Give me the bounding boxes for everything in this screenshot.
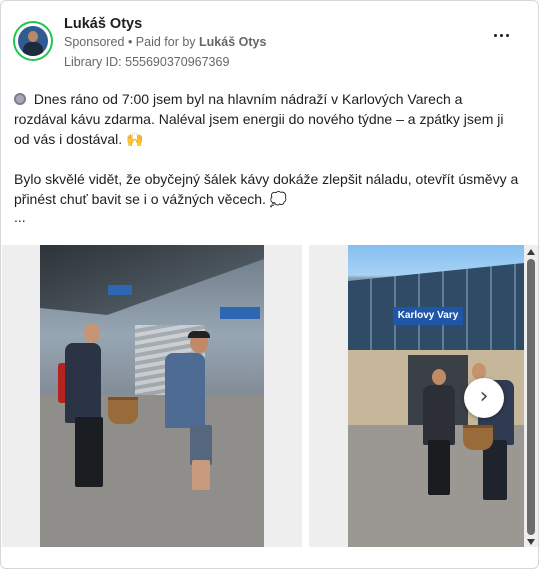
post-header: Lukáš Otys Sponsored • Paid for by Lukáš… xyxy=(13,16,528,73)
photo-basket xyxy=(463,425,493,450)
image-carousel: Karlovy Vary › xyxy=(2,245,538,547)
photo-person-legs xyxy=(192,460,210,490)
photo-person-head xyxy=(84,323,100,343)
thought-bubble-icon: 💭 xyxy=(269,191,288,207)
photo-basket xyxy=(108,397,138,424)
dot xyxy=(500,34,503,37)
avatar-face xyxy=(28,31,38,42)
paid-by-name: Lukáš Otys xyxy=(199,35,267,49)
avatar-photo xyxy=(18,26,48,56)
ad-card: Lukáš Otys Sponsored • Paid for by Lukáš… xyxy=(0,0,539,569)
post-text: Dnes ráno od 7:00 jsem byl na hlavním ná… xyxy=(14,89,519,227)
carousel-slide-1[interactable] xyxy=(2,245,302,547)
station-sign: Karlovy Vary xyxy=(393,307,463,325)
photo-sign xyxy=(108,285,132,295)
photo-person-legs xyxy=(428,440,450,495)
dot xyxy=(494,34,497,37)
scrollbar-thumb[interactable] xyxy=(527,259,535,535)
paragraph-1: Dnes ráno od 7:00 jsem byl na hlavním ná… xyxy=(14,89,519,149)
photo-person-body xyxy=(423,385,455,445)
chevron-right-icon: › xyxy=(479,384,489,409)
paid-prefix: • Paid for by xyxy=(124,35,200,49)
photo-person-head xyxy=(432,369,446,385)
coffee-icon xyxy=(14,93,26,105)
station-hall-photo xyxy=(40,245,264,547)
library-id: Library ID: 555690370967369 xyxy=(64,55,230,69)
photo-sign xyxy=(220,307,260,319)
paragraph-2: Bylo skvělé vidět, že obyčejný šálek káv… xyxy=(14,169,519,209)
avatar[interactable] xyxy=(13,21,53,61)
photo-roof xyxy=(40,245,264,315)
sponsored-label: Sponsored xyxy=(64,35,125,49)
photo-person-body xyxy=(165,353,205,428)
scrollbar[interactable] xyxy=(526,249,536,545)
photo-cap xyxy=(188,331,210,338)
photo-person-legs xyxy=(75,417,103,487)
paragraph-2-text: Bylo skvělé vidět, že obyčejný šálek káv… xyxy=(14,171,519,207)
raised-hands-icon: 🙌 xyxy=(126,131,144,147)
paragraph-1-text: Dnes ráno od 7:00 jsem byl na hlavním ná… xyxy=(14,91,504,147)
sponsored-line: Sponsored • Paid for by Lukáš Otys xyxy=(64,35,266,49)
dot xyxy=(506,34,509,37)
see-more-ellipsis[interactable]: ... xyxy=(14,207,519,227)
more-dots-icon[interactable] xyxy=(492,29,512,41)
carousel-next-button[interactable]: › xyxy=(464,378,504,418)
author-name[interactable]: Lukáš Otys xyxy=(64,16,142,32)
photo-person-legs xyxy=(190,425,212,465)
photo-person-body xyxy=(65,343,101,423)
scroll-down-arrow-icon[interactable] xyxy=(527,539,535,545)
scroll-up-arrow-icon[interactable] xyxy=(527,249,535,255)
avatar-shoulders xyxy=(23,42,43,56)
